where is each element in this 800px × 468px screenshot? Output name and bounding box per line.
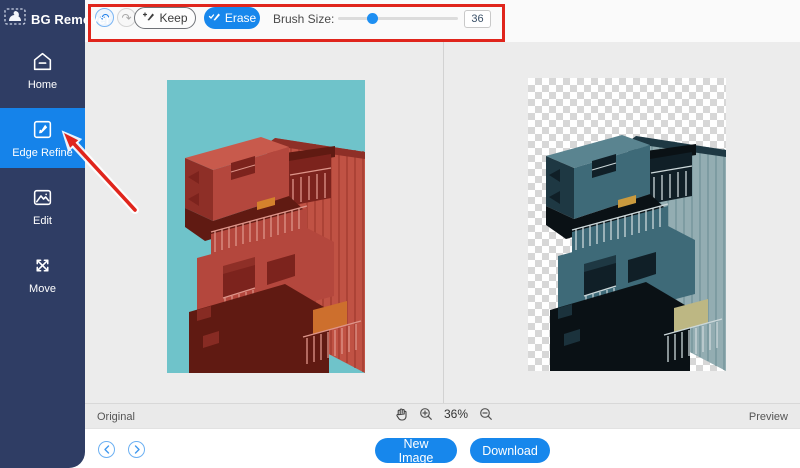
move-icon bbox=[31, 254, 54, 277]
brush-size-value[interactable]: 36 bbox=[464, 10, 491, 28]
app-title: BG Remover bbox=[31, 12, 111, 27]
bg-remover-app: BG Remover Home Edge Refine bbox=[0, 0, 800, 468]
sidebar-item-label: Move bbox=[29, 283, 56, 295]
chevron-left-icon bbox=[103, 441, 111, 459]
panel-divider bbox=[443, 42, 444, 403]
home-icon bbox=[31, 50, 54, 73]
erase-label: Erase bbox=[225, 11, 256, 25]
zoom-level: 36% bbox=[444, 407, 468, 421]
brush-size-slider[interactable] bbox=[338, 17, 458, 20]
sidebar-item-edit[interactable]: Edit bbox=[0, 176, 85, 236]
preview-label: Preview bbox=[749, 411, 788, 423]
zoom-out-icon[interactable] bbox=[479, 407, 493, 421]
slider-thumb[interactable] bbox=[367, 13, 378, 24]
sidebar-item-label: Edge Refine bbox=[12, 147, 73, 159]
keep-button[interactable]: Keep bbox=[134, 7, 196, 29]
preview-image bbox=[528, 78, 726, 371]
sidebar-item-label: Home bbox=[28, 79, 57, 91]
edge-refine-icon bbox=[31, 118, 54, 141]
zoom-in-icon[interactable] bbox=[419, 407, 433, 421]
status-bar: Original 36% Preview bbox=[85, 403, 800, 429]
chevron-right-icon bbox=[133, 441, 141, 459]
download-button[interactable]: Download bbox=[470, 438, 550, 463]
keep-label: Keep bbox=[159, 11, 187, 25]
zoom-controls: 36% bbox=[395, 407, 493, 421]
footer-bar: New Image Download bbox=[85, 429, 800, 468]
logo-icon bbox=[4, 8, 26, 30]
sidebar-item-edge-refine[interactable]: Edge Refine bbox=[0, 108, 85, 168]
redo-icon: ↷ bbox=[121, 12, 131, 24]
new-image-button[interactable]: New Image bbox=[375, 438, 457, 463]
toolbar: ↶ ↷ Keep Erase Brush Size: bbox=[85, 0, 800, 42]
app-logo: BG Remover bbox=[0, 0, 85, 36]
keep-brush-icon bbox=[142, 10, 155, 26]
sidebar: BG Remover Home Edge Refine bbox=[0, 0, 85, 468]
previous-image-button[interactable] bbox=[98, 441, 115, 458]
hand-tool-icon[interactable] bbox=[395, 407, 408, 421]
sidebar-item-label: Edit bbox=[33, 215, 52, 227]
original-label: Original bbox=[97, 411, 135, 423]
sidebar-item-home[interactable]: Home bbox=[0, 40, 85, 100]
erase-button[interactable]: Erase bbox=[204, 7, 260, 29]
sidebar-item-move[interactable]: Move bbox=[0, 244, 85, 304]
original-image[interactable] bbox=[167, 80, 365, 373]
brush-size-label: Brush Size: bbox=[273, 12, 334, 26]
editor-canvas bbox=[85, 42, 800, 403]
next-image-button[interactable] bbox=[128, 441, 145, 458]
edit-image-icon bbox=[31, 186, 54, 209]
erase-brush-icon bbox=[208, 10, 221, 26]
